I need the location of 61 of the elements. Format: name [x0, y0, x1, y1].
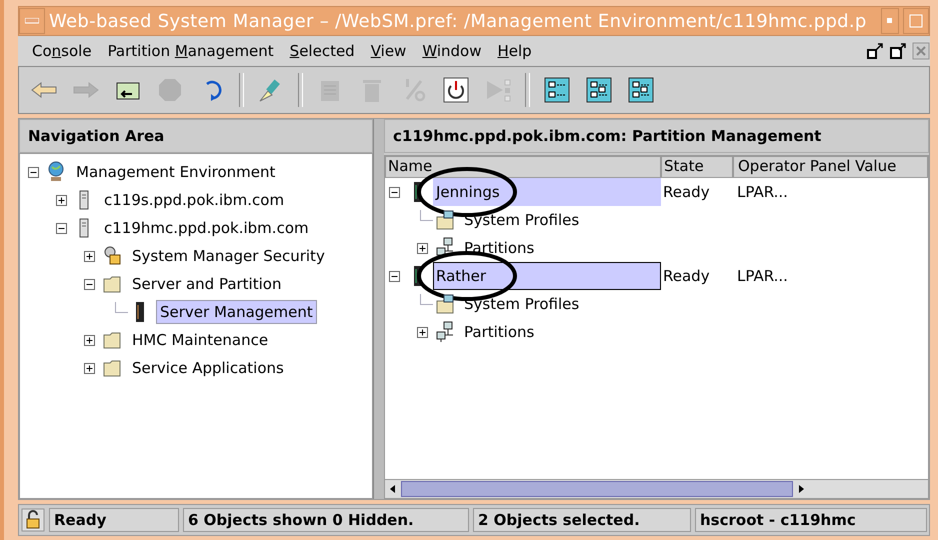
collapse-icon[interactable] [389, 270, 400, 282]
row-name[interactable]: Partitions [461, 234, 661, 262]
tree-item[interactable]: System Manager Security [128, 244, 329, 268]
row-name[interactable]: Partitions [461, 318, 661, 346]
status-field: hscroot - c119hmc [695, 508, 927, 532]
pane-header: Navigation Area [19, 119, 373, 153]
tree-item[interactable]: c119hmc.ppd.pok.ibm.com [100, 216, 313, 240]
table-cell-text: Ready [662, 267, 711, 285]
table-cell-text: LPAR... [736, 183, 789, 201]
menu-item[interactable]: Console [24, 42, 100, 60]
menu-item[interactable]: Partition Management [100, 42, 282, 60]
maximize-button[interactable] [903, 8, 929, 34]
expand-icon[interactable] [84, 250, 95, 262]
expand-icon[interactable] [84, 362, 95, 374]
row-name[interactable]: Rather [433, 262, 661, 290]
status-field: Ready [49, 508, 179, 532]
expand-icon[interactable] [417, 326, 428, 338]
collapse-icon[interactable] [28, 166, 39, 178]
row-name[interactable]: Jennings [433, 178, 661, 206]
expand-icon[interactable] [56, 194, 67, 206]
details-view-icon [626, 75, 656, 105]
pane-header: c119hmc.ppd.pok.ibm.com: Partition Management [384, 119, 929, 153]
minus-icon [25, 18, 39, 24]
column-header[interactable]: Operator Panel Value [733, 156, 928, 178]
window-title: Web-based System Manager – /WebSM.pref: /Management Environment/c119hmc.ppd.p [49, 10, 868, 32]
collapse-icon[interactable] [389, 186, 400, 198]
power-icon [441, 75, 471, 105]
globe-icon [46, 161, 66, 183]
minimize-icon [887, 18, 893, 24]
column-header[interactable]: Name [385, 156, 661, 178]
tree-item[interactable]: c119s.ppd.pok.ibm.com [100, 188, 288, 212]
maximize-icon [909, 14, 923, 28]
collapse-icon[interactable] [84, 278, 95, 290]
horizontal-scrollbar[interactable] [385, 479, 928, 498]
tree-item[interactable]: Server Management [156, 300, 317, 324]
table-cell-text: Ready [662, 183, 711, 201]
column-header[interactable]: State [661, 156, 733, 178]
table-cell-text: LPAR... [736, 267, 789, 285]
splitter-handle[interactable] [373, 119, 384, 499]
network-icon [435, 321, 455, 343]
menu-item[interactable]: View [362, 42, 414, 60]
minimize-button[interactable] [881, 8, 899, 34]
collapse-icon[interactable] [56, 222, 67, 234]
status-field: 2 Objects selected. [473, 508, 691, 532]
menu-item[interactable]: Window [414, 42, 490, 60]
lock-icon [21, 508, 45, 532]
tree-view-icon [584, 75, 614, 105]
folder-icon [435, 209, 455, 231]
status-field: 6 Objects shown 0 Hidden. [183, 508, 469, 532]
tree-item[interactable]: Server and Partition [128, 272, 286, 296]
tree-item[interactable]: HMC Maintenance [128, 328, 272, 352]
keys-lock-icon [102, 245, 122, 267]
expand-icon[interactable] [417, 242, 428, 254]
list-view-icon [542, 75, 572, 105]
folder-icon [435, 293, 455, 315]
tree-item[interactable]: Management Environment [72, 160, 280, 184]
tree-item[interactable]: Service Applications [128, 356, 288, 380]
window-menu-button[interactable] [19, 8, 45, 34]
expand-icon[interactable] [84, 334, 95, 346]
menu-item[interactable]: Selected [282, 42, 363, 60]
menu-item[interactable]: Help [490, 42, 540, 60]
